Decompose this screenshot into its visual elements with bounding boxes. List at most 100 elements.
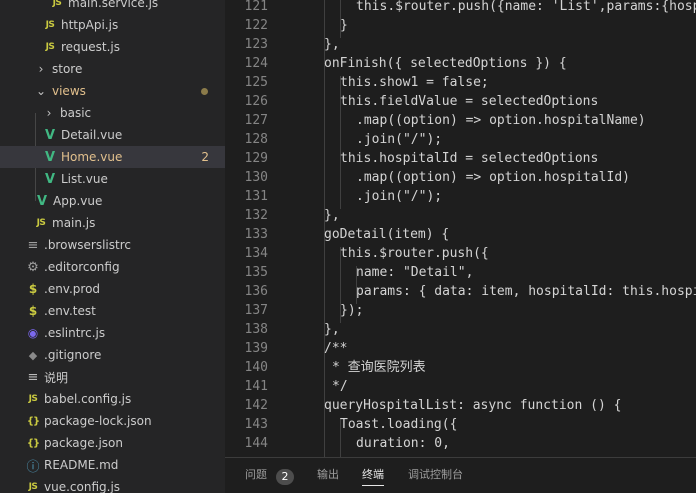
js-file-icon: JS <box>28 394 38 404</box>
text-file-icon: ≡ <box>27 369 39 385</box>
code-line[interactable]: 134 this.$router.push({ <box>225 244 696 263</box>
tree-item-env-test[interactable]: $ .env.test <box>0 300 225 322</box>
panel-tab-bar: 问题 2 输出 终端 调试控制台 <box>225 457 696 493</box>
chevron-right-icon: › <box>38 62 44 76</box>
tree-item-label: store <box>52 62 83 76</box>
code-text: } <box>340 18 348 33</box>
code-line[interactable]: 143 Toast.loading({ <box>225 415 696 434</box>
tree-item-label: package.json <box>44 436 124 450</box>
tree-item-label: views <box>52 84 86 98</box>
code-text: name: "Detail", <box>356 265 474 280</box>
tree-item-label: .eslintrc.js <box>44 326 106 340</box>
code-line[interactable]: 131 .join("/"); <box>225 187 696 206</box>
code-line[interactable]: 126 this.fieldValue = selectedOptions <box>225 92 696 111</box>
tab-debug-console[interactable]: 调试控制台 <box>408 458 463 493</box>
code-line[interactable]: 128 .join("/"); <box>225 130 696 149</box>
info-icon: ⓘ <box>26 459 40 475</box>
line-number: 143 <box>244 417 268 432</box>
tree-item-label: basic <box>60 106 92 120</box>
line-number: 136 <box>244 284 268 299</box>
tree-item-babel-config-js[interactable]: JS babel.config.js <box>0 388 225 410</box>
code-line[interactable]: 125 this.show1 = false; <box>225 73 696 92</box>
code-text: params: { data: item, hospitalId: this.h… <box>356 284 696 299</box>
tree-folder-store[interactable]: › store <box>0 58 225 80</box>
code-line[interactable]: 142 queryHospitalList: async function () … <box>225 396 696 415</box>
code-line[interactable]: 124 onFinish({ selectedOptions }) { <box>225 54 696 73</box>
tree-folder-views[interactable]: ⌄ views <box>0 80 225 102</box>
line-number: 139 <box>244 341 268 356</box>
tree-item-detail-vue[interactable]: V Detail.vue <box>0 124 225 146</box>
modified-dot-icon <box>201 87 208 95</box>
line-number: 129 <box>244 151 268 166</box>
line-number: 125 <box>244 75 268 90</box>
tree-item-gitignore[interactable]: ◆ .gitignore <box>0 344 225 366</box>
code-line[interactable]: 136 params: { data: item, hospitalId: thi… <box>225 282 696 301</box>
line-number: 124 <box>244 56 268 71</box>
vue-file-icon: V <box>36 193 48 209</box>
code-text: */ <box>332 379 348 394</box>
tree-item-label: README.md <box>44 458 119 472</box>
code-line[interactable]: 122} <box>225 16 696 35</box>
git-icon: ◆ <box>28 348 38 362</box>
tree-item-eslintrc-js[interactable]: ◉ .eslintrc.js <box>0 322 225 344</box>
js-file-icon: JS <box>28 482 38 492</box>
line-number: 135 <box>244 265 268 280</box>
tree-item-main-js[interactable]: JS main.js <box>0 212 225 234</box>
code-line[interactable]: 135 name: "Detail", <box>225 263 696 282</box>
tree-item-editorconfig[interactable]: ⚙ .editorconfig <box>0 256 225 278</box>
tree-item-package-lock-json[interactable]: {} package-lock.json <box>0 410 225 432</box>
tree-item-label: vue.config.js <box>44 480 121 493</box>
code-text: }, <box>324 208 340 223</box>
code-line[interactable]: 137}); <box>225 301 696 320</box>
code-text: this.$router.push({name: 'List',params:{… <box>356 0 696 14</box>
problems-count-badge: 2 <box>276 469 294 485</box>
code-text: .join("/"); <box>356 189 443 204</box>
tab-output[interactable]: 输出 <box>317 458 339 493</box>
code-line[interactable]: 123}, <box>225 35 696 54</box>
code-line[interactable]: 129 this.hospitalId = selectedOptions <box>225 149 696 168</box>
line-number: 128 <box>244 132 268 147</box>
tree-item-request-js[interactable]: JS request.js <box>0 36 225 58</box>
code-line[interactable]: 141 */ <box>225 377 696 396</box>
code-line[interactable]: 138}, <box>225 320 696 339</box>
tab-terminal[interactable]: 终端 <box>362 458 384 493</box>
tree-item-httpapi-js[interactable]: JS httpApi.js <box>0 14 225 36</box>
tree-item-vue-config-js[interactable]: JS vue.config.js <box>0 476 225 493</box>
code-text: .join("/"); <box>356 132 443 147</box>
problem-count-badge: 2 <box>201 150 209 164</box>
line-number: 134 <box>244 246 268 261</box>
code-line[interactable]: 127 .map((option) => option.hospitalName) <box>225 111 696 130</box>
tree-item-env-prod[interactable]: $ .env.prod <box>0 278 225 300</box>
code-editor[interactable]: 121 this.$router.push({name: 'List',param… <box>225 0 696 457</box>
code-line[interactable]: 133 goDetail(item) { <box>225 225 696 244</box>
tree-item-readme-cn[interactable]: ≡ 说明 <box>0 366 225 388</box>
tree-item-readme-md[interactable]: ⓘ README.md <box>0 454 225 476</box>
tree-item-list-vue[interactable]: V List.vue <box>0 168 225 190</box>
js-file-icon: JS <box>52 0 62 8</box>
code-line[interactable]: 140 * 查询医院列表 <box>225 358 696 377</box>
tree-item-app-vue[interactable]: V App.vue <box>0 190 225 212</box>
tree-item-home-vue[interactable]: V Home.vue 2 <box>0 146 225 168</box>
code-line[interactable]: 144 duration: 0, <box>225 434 696 453</box>
line-number: 133 <box>244 227 268 242</box>
chevron-down-icon: ⌄ <box>35 84 47 98</box>
code-line[interactable]: 132}, <box>225 206 696 225</box>
chevron-right-icon: › <box>46 106 52 120</box>
line-number: 127 <box>244 113 268 128</box>
gear-icon: ⚙ <box>27 259 39 275</box>
tree-item-label: package-lock.json <box>44 414 152 428</box>
code-text: goDetail(item) { <box>324 227 450 242</box>
eslint-icon: ◉ <box>27 326 39 340</box>
tree-folder-basic[interactable]: › basic <box>0 102 225 124</box>
code-line[interactable]: 130 .map((option) => option.hospitalId) <box>225 168 696 187</box>
line-number: 121 <box>244 0 268 14</box>
tree-item-browserslistrc[interactable]: ≡ .browserslistrc <box>0 234 225 256</box>
code-line[interactable]: 139 /** <box>225 339 696 358</box>
tree-item-main-service-js[interactable]: JS main.service.js <box>0 0 225 14</box>
tree-item-package-json[interactable]: {} package.json <box>0 432 225 454</box>
line-number: 126 <box>244 94 268 109</box>
tree-item-label: Home.vue <box>61 150 123 164</box>
tree-item-label: main.service.js <box>68 0 159 10</box>
tab-problems[interactable]: 问题 <box>245 458 267 493</box>
code-line[interactable]: 121 this.$router.push({name: 'List',param… <box>225 0 696 16</box>
